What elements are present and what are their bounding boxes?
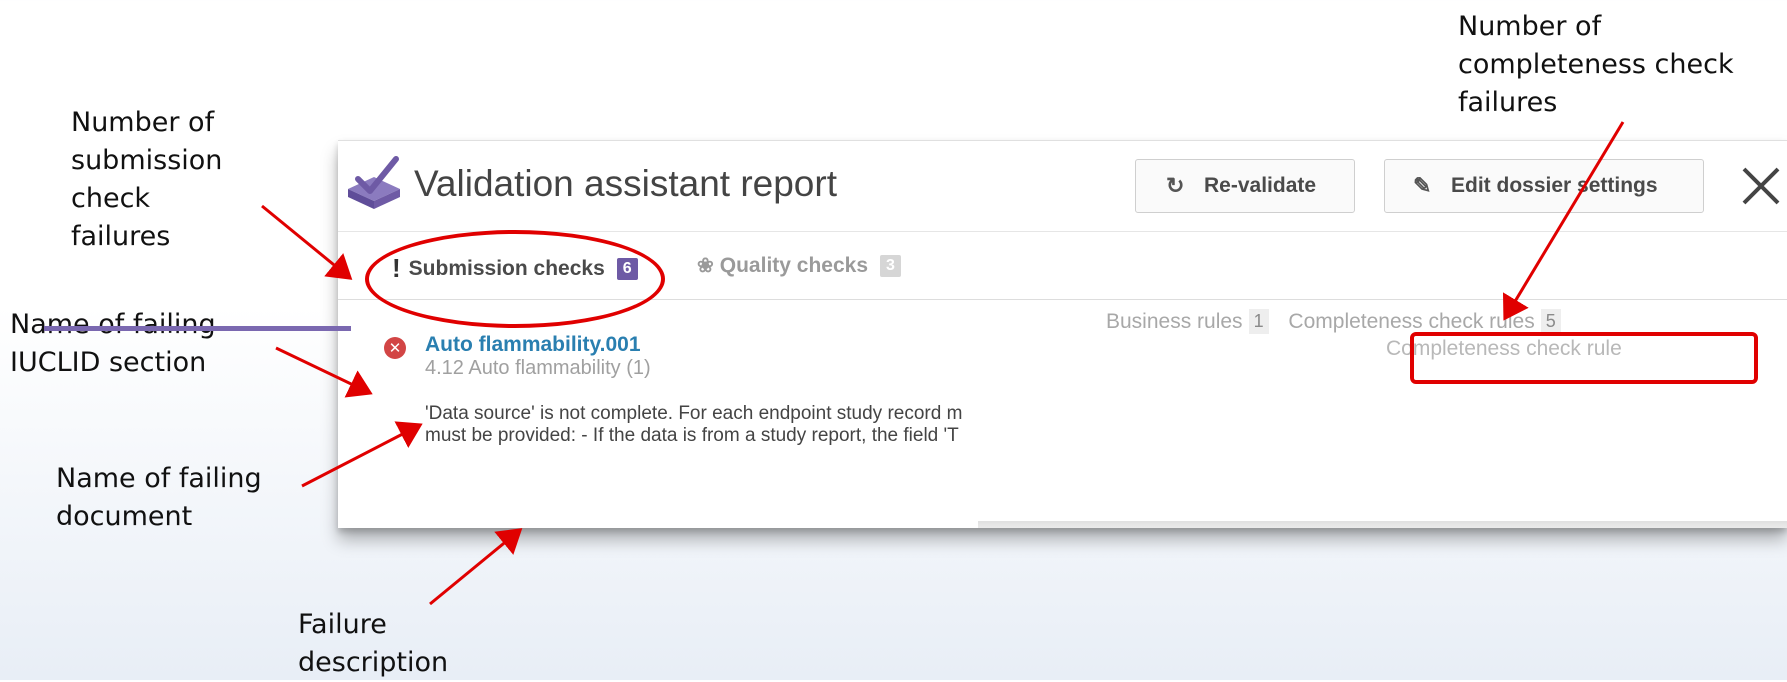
rule-filters: Business rules 1 Completeness check rule… — [1106, 309, 1561, 334]
pencil-icon: ✎ — [1413, 173, 1432, 198]
completeness-rules-label: Completeness check rules — [1288, 309, 1535, 333]
edit-settings-label: Edit dossier settings — [1451, 174, 1658, 197]
error-icon: ✕ — [384, 337, 406, 359]
annotation-completeness-failures: Number of completeness check failures — [1458, 11, 1734, 118]
panel-shadow-edge — [978, 521, 1787, 528]
submission-tab-highlight-ellipse — [365, 230, 665, 328]
revalidate-button[interactable]: ↻ Re-validate — [1135, 159, 1355, 213]
annotation-failing-document: Name of failing document — [56, 463, 262, 532]
completeness-rules-count: 5 — [1540, 309, 1561, 334]
annotation-failing-section: Name of failing IUCLID section — [10, 309, 216, 378]
completeness-rules-filter[interactable]: Completeness check rules 5 — [1288, 309, 1561, 334]
business-rules-count: 1 — [1248, 309, 1269, 334]
failing-document-name: 4.12 Auto flammability (1) — [425, 357, 651, 379]
refresh-icon: ↻ — [1166, 173, 1185, 198]
revalidate-label: Re-validate — [1204, 174, 1317, 197]
quality-count-badge: 3 — [880, 254, 901, 277]
ribbon-icon: ❀ — [697, 255, 714, 277]
failing-section-link[interactable]: Auto flammability.001 — [425, 333, 641, 357]
active-tab-underline — [44, 326, 351, 331]
validation-app-icon — [348, 156, 400, 209]
tab-quality-checks[interactable]: ❀ Quality checks 3 — [697, 253, 901, 278]
edit-dossier-settings-button[interactable]: ✎ Edit dossier settings — [1384, 159, 1704, 213]
close-icon[interactable] — [1738, 155, 1786, 215]
tab-quality-label: Quality checks — [719, 253, 869, 277]
window-titlebar: Validation assistant report ↻ Re-validat… — [338, 141, 1787, 232]
completeness-rules-highlight-box — [1410, 332, 1758, 384]
annotation-submission-failures: Number of submission check failures — [71, 107, 223, 252]
failure-description: 'Data source' is not complete. For each … — [425, 403, 963, 446]
annotation-failure-description: Failure description — [298, 609, 449, 678]
window-title: Validation assistant report — [414, 163, 837, 204]
business-rules-filter[interactable]: Business rules 1 — [1106, 309, 1269, 334]
business-rules-label: Business rules — [1106, 309, 1243, 333]
arrow-to-failure-description — [429, 528, 523, 606]
